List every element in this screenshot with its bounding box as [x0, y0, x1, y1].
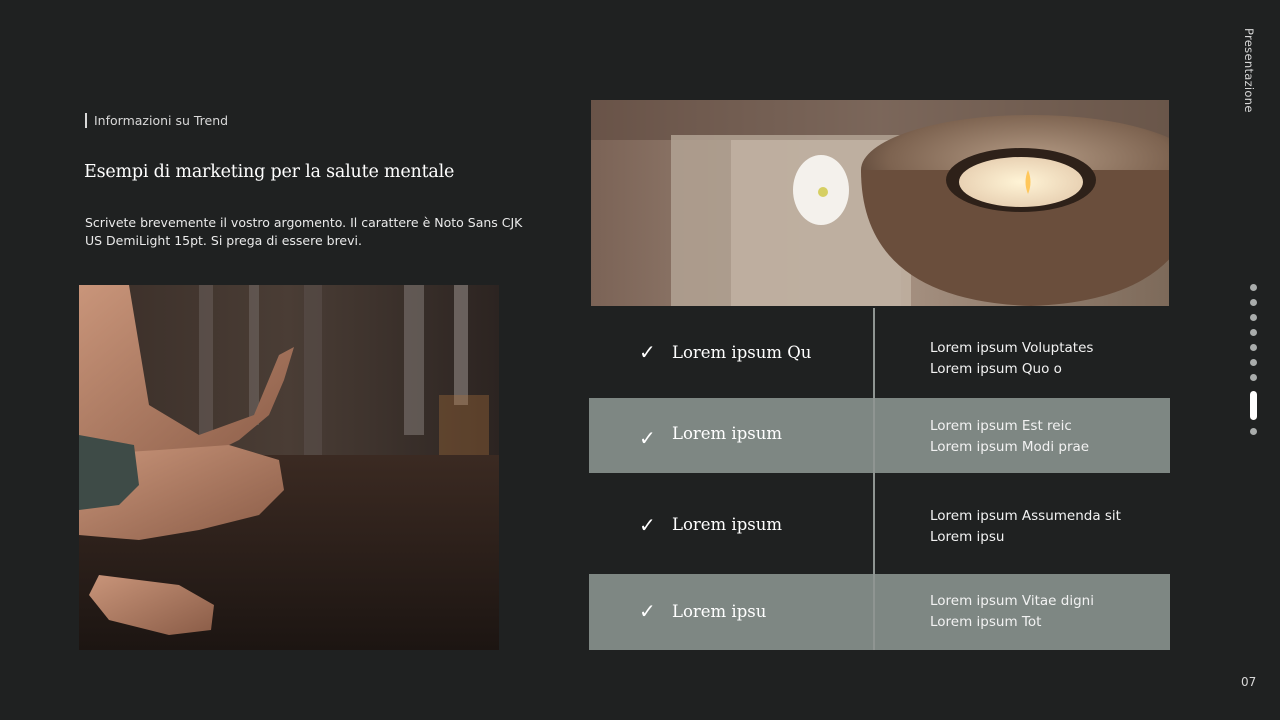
nav-dot[interactable] — [1250, 284, 1257, 291]
nav-dot[interactable] — [1250, 344, 1257, 351]
meditation-illustration — [79, 285, 499, 650]
nav-dot[interactable] — [1250, 314, 1257, 321]
page-title: Esempi di marketing per la salute mental… — [84, 162, 455, 182]
nav-dot[interactable] — [1250, 329, 1257, 336]
candle-illustration — [591, 100, 1169, 306]
row-desc-line2: Lorem ipsu — [930, 529, 1005, 545]
check-icon: ✓ — [639, 513, 656, 537]
row-desc-line2: Lorem ipsum Quo o — [930, 361, 1062, 377]
check-icon: ✓ — [639, 340, 656, 364]
section-label: Informazioni su Trend — [85, 113, 228, 128]
feature-table: ✓ Lorem ipsum Qu Lorem ipsum Voluptates … — [589, 308, 1170, 650]
description-text: Scrivete brevemente il vostro argomento.… — [85, 215, 523, 248]
row-desc-line1: Lorem ipsum Voluptates — [930, 340, 1094, 356]
check-icon: ✓ — [639, 599, 656, 623]
meditation-image — [79, 285, 499, 650]
table-row: ✓ Lorem ipsum Lorem ipsum Est reic Lorem… — [589, 398, 1170, 473]
row-desc-line2: Lorem ipsum Tot — [930, 614, 1042, 630]
nav-dot-active[interactable] — [1250, 391, 1257, 420]
candle-image — [591, 100, 1169, 306]
row-title: Lorem ipsu — [672, 602, 767, 621]
table-divider — [873, 308, 875, 650]
row-title: Lorem ipsum — [672, 515, 783, 534]
nav-dot[interactable] — [1250, 359, 1257, 366]
nav-dot[interactable] — [1250, 428, 1257, 435]
slide: Informazioni su Trend Esempi di marketin… — [0, 0, 1280, 720]
row-desc-line1: Lorem ipsum Est reic — [930, 418, 1072, 434]
side-label: Presentazione — [1242, 28, 1256, 113]
row-title: Lorem ipsum — [672, 424, 783, 443]
page-number: 07 — [1241, 675, 1257, 689]
row-title: Lorem ipsum Qu — [672, 343, 812, 362]
nav-dot[interactable] — [1250, 374, 1257, 381]
table-row: ✓ Lorem ipsu Lorem ipsum Vitae digni Lor… — [589, 574, 1170, 650]
check-icon: ✓ — [639, 426, 656, 450]
row-desc-line1: Lorem ipsum Assumenda sit — [930, 508, 1121, 524]
row-desc-line2: Lorem ipsum Modi prae — [930, 439, 1090, 455]
row-desc-line1: Lorem ipsum Vitae digni — [930, 593, 1094, 609]
table-row: ✓ Lorem ipsum Qu Lorem ipsum Voluptates … — [589, 308, 1170, 398]
table-row: ✓ Lorem ipsum Lorem ipsum Assumenda sit … — [589, 473, 1170, 574]
nav-dot[interactable] — [1250, 299, 1257, 306]
